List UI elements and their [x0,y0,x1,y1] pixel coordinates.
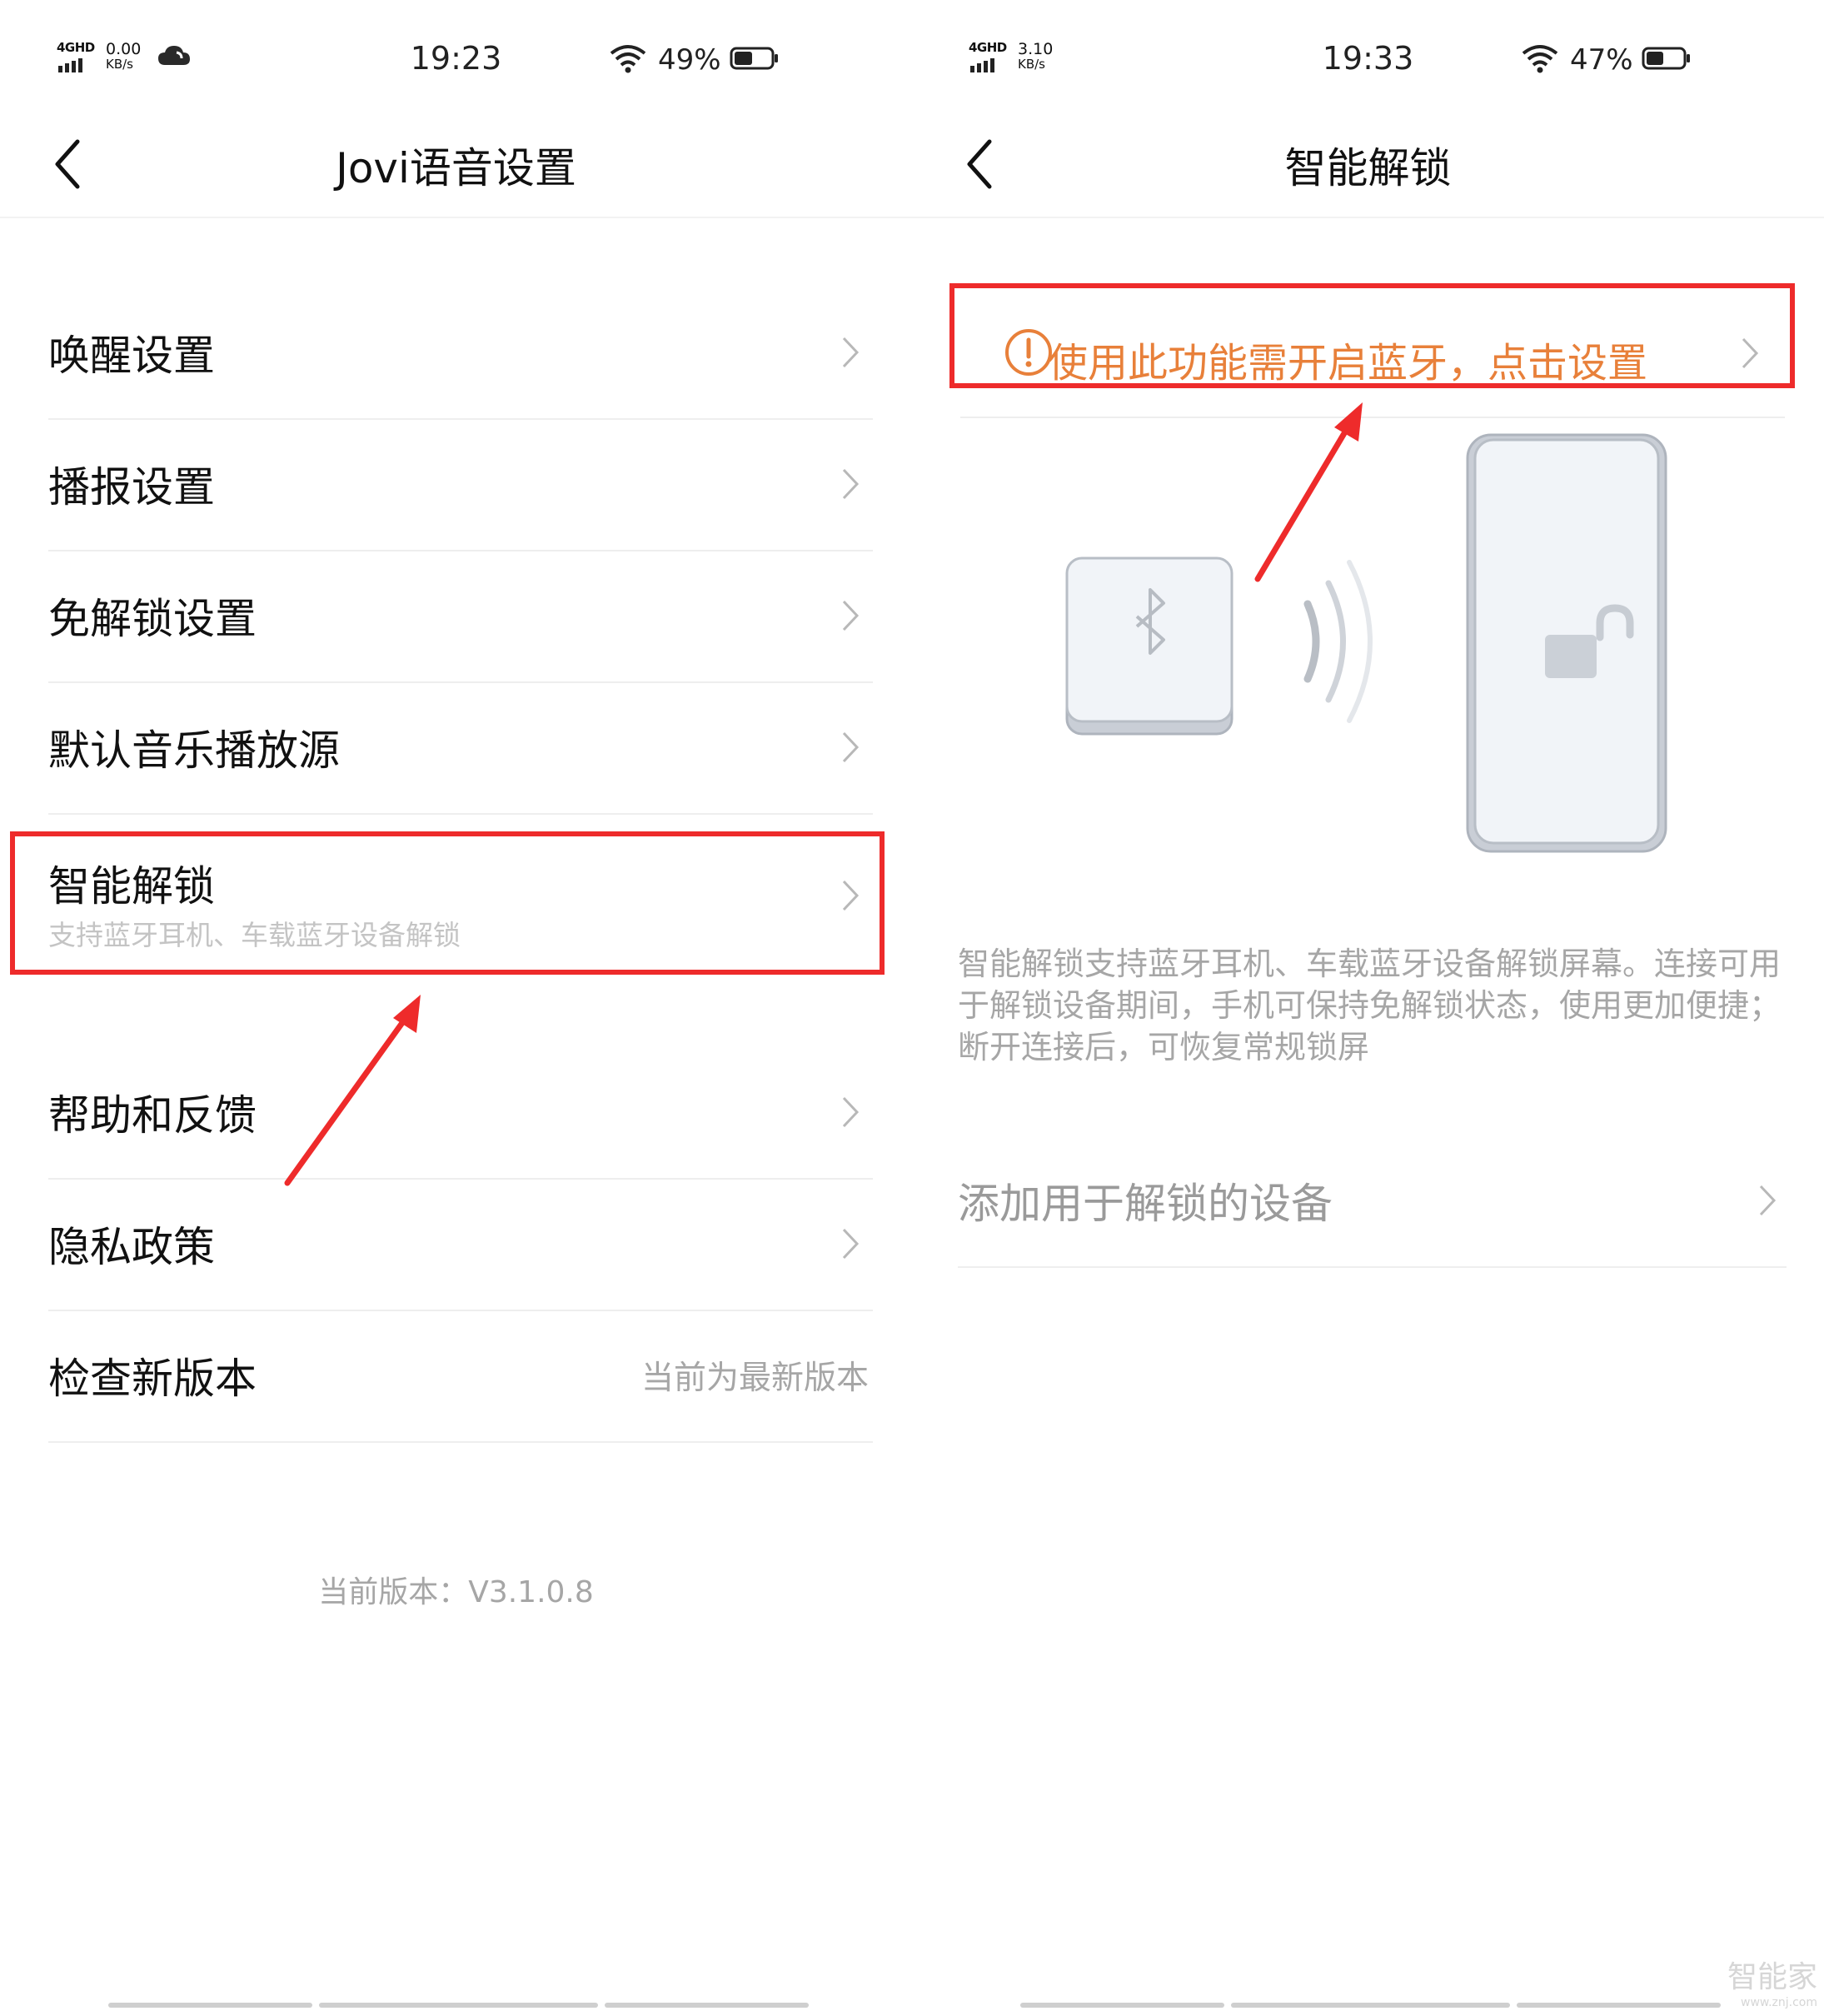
wifi-icon [610,45,646,73]
highlight-box [10,831,885,975]
menu-item-label: 帮助和反馈 [48,1091,257,1140]
home-indicator [1020,2003,1224,2008]
menu-item-broadcast-settings[interactable]: 播报设置 [48,418,873,551]
menu-item-privacy-policy[interactable]: 隐私政策 [48,1178,873,1311]
menu-item-unlock-free-settings[interactable]: 免解锁设置 [48,550,873,683]
menu-item-label: 免解锁设置 [48,595,257,643]
phone-illustration [1466,433,1667,853]
menu-item-label: 隐私政策 [48,1223,215,1271]
page-title: Jovi语音设置 [336,144,576,192]
chevron-right-icon [842,1096,860,1128]
feature-description: 智能解锁支持蓝牙耳机、车载蓝牙设备解锁屏幕。连接可用于解锁设备期间，手机可保持免… [958,946,1782,1065]
watermark-url: www.znj.com [1741,1996,1817,2009]
menu-item-label: 默认音乐播放源 [48,726,340,775]
chevron-right-icon [1759,1185,1777,1216]
battery-icon [730,47,778,70]
menu-item-check-update[interactable]: 检查新版本 当前为最新版本 [48,1310,873,1443]
version-label: 当前版本：V3.1.0.8 [318,1575,594,1609]
status-bar: 4GHD 0.00 KB/s 19:23 49% [0,33,912,83]
add-device-label: 添加用于解锁的设备 [958,1180,1333,1228]
add-unlock-device-row[interactable]: 添加用于解锁的设备 [958,1135,1787,1268]
chevron-right-icon [842,468,860,500]
watermark: 智能家 www.znj.com [1727,1953,1817,2009]
chevron-right-icon [842,337,860,368]
chevron-right-icon [842,1228,860,1260]
signal-waves-icon [1303,560,1373,723]
menu-item-help-feedback[interactable]: 帮助和反馈 [48,1046,873,1180]
menu-item-label: 检查新版本 [48,1355,257,1403]
watermark-brand: 智能家 [1727,1960,1817,1994]
bluetooth-device [1065,556,1233,736]
home-indicator [1231,2003,1510,2008]
left-screen: 4GHD 0.00 KB/s 19:23 49% Jovi语音设置 唤醒设置 播… [0,0,912,2016]
menu-item-wake-settings[interactable]: 唤醒设置 [48,287,873,420]
page-header: Jovi语音设置 [0,125,912,218]
home-indicator [1517,2003,1721,2008]
menu-item-label: 播报设置 [48,463,215,511]
menu-item-label: 唤醒设置 [48,332,215,380]
annotation-arrow [1254,402,1363,582]
highlight-box [949,283,1795,388]
smart-unlock-illustration [1065,402,1667,853]
chevron-right-icon [842,731,860,763]
battery-percent: 49% [658,43,721,77]
home-indicator [108,2003,312,2008]
home-indicator [319,2003,598,2008]
home-indicator [605,2003,809,2008]
chevron-right-icon [842,600,860,631]
menu-item-default-music-source[interactable]: 默认音乐播放源 [48,681,873,815]
update-status: 当前为最新版本 [640,1360,869,1397]
